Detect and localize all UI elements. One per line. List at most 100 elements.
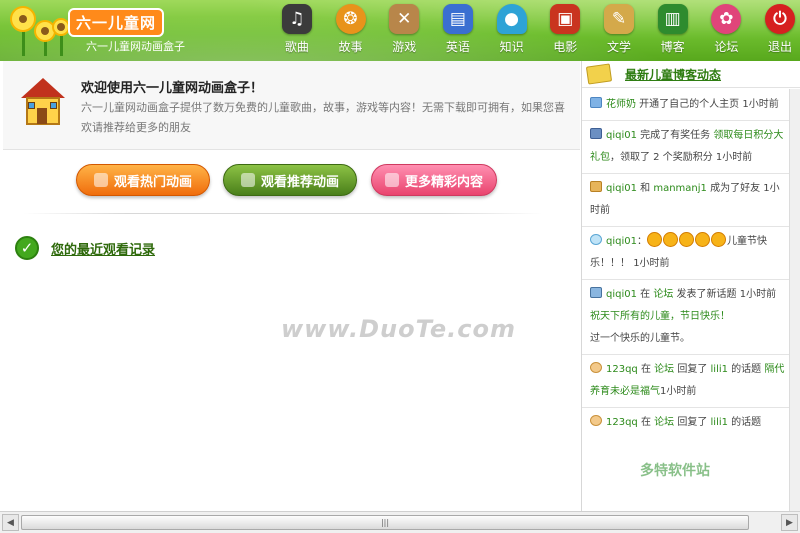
feed-forum-link[interactable]: 论坛 [654, 417, 674, 428]
nav-stories[interactable]: ❂ 故事 [324, 4, 378, 61]
app-subtitle: 六一儿童网动画盒子 [86, 40, 185, 53]
scrollbar-thumb[interactable]: ||| [21, 515, 749, 530]
list-item: 123qq 在 论坛 回复了 lili1 的话题 [582, 408, 792, 438]
feed-post-body: 过一个快乐的儿童节。 [590, 333, 690, 344]
feed-user-link[interactable]: lili1 [711, 417, 728, 428]
nav-knowledge[interactable]: ● 知识 [485, 4, 539, 61]
nav-label: 知识 [499, 40, 524, 54]
brand-logo: 六一儿童网 [68, 8, 165, 37]
nav-exit[interactable]: ⏻ 退出 [753, 4, 800, 61]
feed-text: 完成了有奖任务 [636, 130, 714, 141]
feed-user-link[interactable]: qiqi01 [606, 183, 637, 194]
nav-english[interactable]: ▤ 英语 [431, 4, 485, 61]
watch-recommended-button[interactable]: 观看推荐动画 [223, 164, 357, 196]
main-nav: ♫ 歌曲 ❂ 故事 ✕ 游戏 ▤ 英语 ● 知识 ▣ 电影 ✎ 文学 ▥ 博客 [270, 4, 800, 61]
fire-icon [93, 173, 108, 187]
books-icon: ▤ [442, 4, 473, 34]
smiley-icon [694, 232, 710, 247]
nav-label: 文学 [606, 40, 631, 54]
feed-text: 和 [636, 183, 654, 194]
list-item: qiqi01 和 manmanj1 成为了好友 1小时前 [582, 174, 792, 227]
profile-icon [590, 97, 602, 108]
feed-text: 在 [637, 417, 655, 428]
nav-label: 故事 [338, 40, 363, 54]
check-icon: ✓ [15, 236, 39, 260]
vertical-scrollbar[interactable] [789, 89, 800, 511]
feed-user-link[interactable]: 123qq [606, 364, 638, 375]
feed-text: 的话题 [728, 364, 765, 375]
feed-forum-link[interactable]: 论坛 [653, 289, 673, 300]
flowers-logo-icon [8, 4, 74, 58]
feed-text: ： [636, 236, 647, 247]
watermark: www.DuoTe.com [281, 315, 516, 343]
task-icon [590, 128, 602, 139]
music-icon: ♫ [281, 4, 312, 34]
feed-text: ，领取了 2 个奖励积分 [610, 152, 716, 163]
feed-text: 开通了自己的个人主页 [636, 99, 743, 110]
swords-icon: ✕ [389, 4, 420, 34]
list-item: qiqi01 完成了有奖任务 领取每日积分大礼包，领取了 2 个奖励积分 1小时… [582, 121, 792, 174]
nav-label: 游戏 [392, 40, 417, 54]
notebook-icon [585, 63, 613, 85]
smiley-icon [710, 232, 726, 247]
horizontal-scrollbar[interactable]: ◀ ||| ▶ [0, 511, 800, 533]
nav-blog[interactable]: ▥ 博客 [646, 4, 700, 61]
tv-icon: ▣ [550, 4, 581, 34]
feed-time: 1小时前 [633, 258, 670, 269]
watch-hot-label: 观看热门动画 [113, 174, 192, 190]
sidebar-header: 最新儿童博客动态 [582, 61, 800, 88]
feed-time: 1小时前 [660, 386, 697, 397]
feed-text: 发表了新话题 [673, 289, 740, 300]
feed-text: 在 [636, 289, 654, 300]
nav-games[interactable]: ✕ 游戏 [377, 4, 431, 61]
user-post-icon [590, 287, 602, 298]
thumbs-up-icon [240, 173, 255, 187]
feed-user-link[interactable]: 123qq [606, 417, 638, 428]
recent-history-link[interactable]: 您的最近观看记录 [51, 239, 155, 258]
watch-hot-button[interactable]: 观看热门动画 [76, 164, 210, 196]
nav-label: 论坛 [714, 40, 739, 54]
handshake-icon [590, 181, 602, 192]
header-bar: 六一儿童网 六一儿童网动画盒子 ♫ 歌曲 ❂ 故事 ✕ 游戏 ▤ 英语 ● 知识… [0, 0, 800, 61]
house-icon [21, 78, 65, 126]
feed-forum-link[interactable]: 论坛 [654, 364, 674, 375]
nav-songs[interactable]: ♫ 歌曲 [270, 4, 324, 61]
list-item: 123qq 在 论坛 回复了 lili1 的话题 隔代养育未必是福气1小时前 [582, 355, 792, 408]
blog-activity-sidebar: 最新儿童博客动态 花师奶 开通了自己的个人主页 1小时前 qiqi01 完成了有… [581, 61, 800, 511]
sidebar-title[interactable]: 最新儿童博客动态 [625, 66, 721, 83]
feed-friend-link[interactable]: manmanj1 [653, 183, 707, 194]
sidebar-watermark: 多特软件站 [640, 463, 710, 479]
feed-text: 回复了 [674, 364, 711, 375]
nav-literature[interactable]: ✎ 文学 [592, 4, 646, 61]
feed-text: 回复了 [674, 417, 711, 428]
feed-user-link[interactable]: 花师奶 [606, 99, 636, 110]
scroll-icon: ✎ [603, 4, 634, 34]
nav-label: 博客 [660, 40, 685, 54]
power-icon: ⏻ [765, 4, 796, 34]
feed-post-title[interactable]: 祝天下所有的儿童，节日快乐！ [590, 311, 730, 322]
smiley-icon [678, 232, 694, 247]
recent-history: ✓ 您的最近观看记录 [15, 236, 155, 260]
more-content-label: 更多精彩内容 [404, 174, 483, 190]
feed-user-link[interactable]: lili1 [711, 364, 728, 375]
mushroom-icon: ● [496, 4, 527, 34]
nav-label: 歌曲 [284, 40, 309, 54]
gift-icon [384, 173, 399, 187]
feed-user-link[interactable]: qiqi01 [606, 130, 637, 141]
more-content-button[interactable]: 更多精彩内容 [371, 164, 497, 196]
feed-user-link[interactable]: qiqi01 [606, 289, 637, 300]
scroll-left-icon[interactable]: ◀ [2, 514, 19, 531]
nav-label: 英语 [445, 40, 470, 54]
feed-time: 1小时前 [739, 289, 777, 300]
feed-time: 1小时前 [715, 152, 753, 163]
scroll-right-icon[interactable]: ▶ [781, 514, 798, 531]
reply-icon [590, 362, 602, 373]
nav-forum[interactable]: ✿ 论坛 [700, 4, 754, 61]
list-item: 花师奶 开通了自己的个人主页 1小时前 [582, 90, 792, 121]
list-item: qiqi01 在 论坛 发表了新话题 1小时前 祝天下所有的儿童，节日快乐！ 过一个… [582, 280, 792, 355]
reply-icon [590, 415, 602, 426]
main-panel: 欢迎使用六一儿童网动画盒子！ 六一儿童网动画盒子提供了数万免费的儿童歌曲，故事，… [3, 61, 580, 511]
feed-user-link[interactable]: qiqi01 [606, 236, 637, 247]
nav-movies[interactable]: ▣ 电影 [538, 4, 592, 61]
feed-text: 在 [637, 364, 655, 375]
